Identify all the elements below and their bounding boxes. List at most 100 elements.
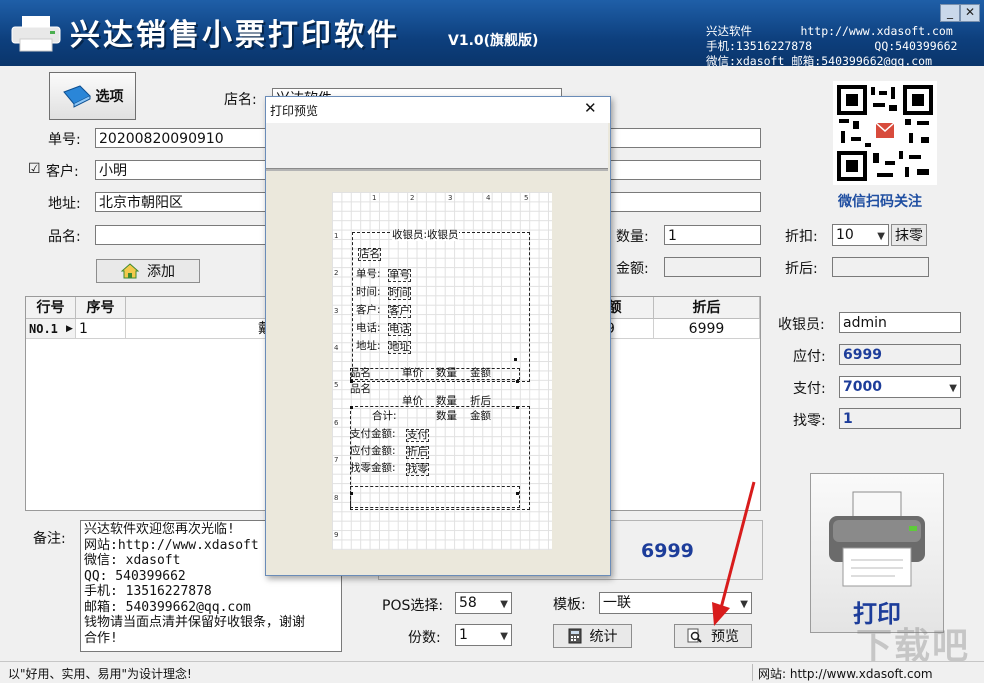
discount-label: 折扣:	[785, 226, 818, 246]
qr-code	[833, 81, 937, 185]
ruler-top-mark: 3	[448, 194, 452, 202]
discount-value: 10	[836, 227, 854, 243]
receipt-payable-value: 折后	[406, 446, 429, 459]
receipt-total-label: 合计:	[372, 411, 397, 422]
payable-label: 应付:	[793, 346, 826, 366]
contact-phone-qq: 手机:13516227878 QQ:540399662	[706, 38, 957, 54]
after-discount-label: 折后:	[785, 258, 818, 278]
pos-value: 58	[459, 595, 477, 611]
paid-select[interactable]: 7000 ▼	[839, 376, 961, 398]
receipt-cashier: 收银员:收银员	[392, 230, 459, 241]
chevron-down-icon: ▼	[500, 627, 508, 647]
receipt-customer-label: 客户:	[356, 305, 381, 316]
receipt-item-name: 品名	[350, 384, 371, 395]
app-title: 兴达销售小票打印软件	[70, 10, 400, 54]
ruler-left-mark: 3	[334, 307, 338, 315]
total-value: 6999	[641, 540, 694, 562]
receipt-order-label: 单号:	[356, 269, 381, 280]
pos-label: POS选择:	[382, 595, 443, 615]
options-button[interactable]: 选项	[49, 72, 136, 120]
receipt-payable-label: 应付金额:	[350, 446, 396, 457]
add-button[interactable]: 添加	[96, 259, 200, 283]
receipt-items-frame	[350, 368, 520, 380]
ruler-left-mark: 8	[334, 494, 338, 502]
calculator-icon	[568, 628, 582, 644]
contact-website: 兴达软件 http://www.xdasoft.com	[706, 23, 953, 39]
receipt-order-value: 单号	[388, 269, 411, 282]
product-input[interactable]	[95, 225, 275, 245]
receipt-customer-value: 客户	[388, 305, 411, 318]
receipt-col-price: 单价	[402, 368, 423, 379]
receipt-change-value: 找零	[406, 463, 429, 476]
template-label: 模板:	[553, 594, 586, 614]
receipt-item-price: 单价	[402, 396, 423, 407]
round-button[interactable]: 抹零	[891, 224, 927, 246]
book-icon	[62, 84, 92, 108]
selection-handle	[516, 406, 519, 409]
receipt-col-name: 品名	[350, 368, 371, 379]
col-header-line[interactable]: 行号	[26, 297, 76, 319]
receipt-change-label: 找零金额:	[350, 463, 396, 474]
amount-label: 金额:	[616, 258, 649, 278]
selection-handle	[350, 380, 353, 383]
print-button[interactable]: 打印	[810, 473, 944, 633]
copies-select[interactable]: 1 ▼	[455, 624, 512, 646]
paid-value: 7000	[843, 379, 882, 395]
product-label: 品名:	[48, 226, 81, 246]
row-seq-cell: 1	[76, 319, 126, 339]
close-button[interactable]: ✕	[960, 4, 980, 22]
ruler-top-mark: 2	[410, 194, 414, 202]
amount-input	[664, 257, 761, 277]
quantity-input[interactable]: 1	[664, 225, 761, 245]
notes-line: 手机: 13516227878	[84, 584, 338, 600]
discount-select[interactable]: 10 ▼	[832, 224, 889, 246]
title-bar: 兴达销售小票打印软件 V1.0(旗舰版) 兴达软件 http://www.xda…	[0, 0, 984, 66]
selection-handle	[350, 492, 353, 495]
ruler-left-mark: 7	[334, 456, 338, 464]
receipt-phone-value: 电话	[388, 323, 411, 336]
receipt-col-amount: 金额	[470, 368, 491, 379]
receipt-bottom-frame	[350, 486, 520, 508]
printer-logo-icon	[10, 14, 62, 54]
ruler-left-mark: 9	[334, 531, 338, 539]
col-header-seq[interactable]: 序号	[76, 297, 126, 319]
print-preview-dialog: 打印预览 ✕ 1 2 3 4 5 1 2 3 4 5 6 7 8 9 收银员:收…	[265, 96, 611, 576]
contact-wechat-email: 微信:xdasoft 邮箱:540399662@qq.com	[706, 53, 932, 69]
ruler-left-mark: 4	[334, 344, 338, 352]
dialog-toolbar	[266, 123, 608, 171]
dialog-title-bar: 打印预览 ✕	[266, 97, 610, 123]
ruler-left-mark: 1	[334, 232, 338, 240]
dialog-close-button[interactable]: ✕	[584, 99, 597, 117]
selection-handle	[350, 406, 353, 409]
selection-handle	[514, 358, 517, 361]
receipt-pay-value: 支付	[406, 429, 429, 442]
pos-select[interactable]: 58 ▼	[455, 592, 512, 614]
payable-input: 6999	[839, 344, 961, 365]
app-version: V1.0(旗舰版)	[448, 30, 538, 50]
change-input: 1	[839, 408, 961, 429]
printer-icon	[825, 488, 929, 588]
ruler-top-mark: 4	[486, 194, 490, 202]
receipt-address-value: 地址	[388, 341, 411, 354]
paid-label: 支付:	[793, 378, 826, 398]
quantity-label: 数量:	[616, 226, 649, 246]
row-pointer-icon: ▶	[66, 324, 73, 334]
customer-checkbox[interactable]: ☑	[28, 161, 41, 177]
stats-button[interactable]: 统计	[553, 624, 632, 648]
address-label: 地址:	[48, 193, 81, 213]
receipt-preview-page[interactable]: 1 2 3 4 5 1 2 3 4 5 6 7 8 9 收银员:收银员 店名 单…	[332, 192, 552, 550]
minimize-button[interactable]: _	[940, 4, 960, 22]
receipt-item-qty: 数量	[436, 396, 457, 407]
receipt-total-amount: 金额	[470, 411, 491, 422]
ruler-left-mark: 6	[334, 419, 338, 427]
qr-caption: 微信扫码关注	[838, 191, 922, 211]
dialog-title: 打印预览	[270, 102, 318, 119]
change-label: 找零:	[793, 410, 826, 430]
col-header-discounted[interactable]: 折后	[654, 297, 760, 319]
receipt-shop: 店名	[358, 248, 381, 261]
chevron-down-icon: ▼	[949, 379, 957, 399]
cashier-input[interactable]: admin	[839, 312, 961, 333]
template-value: 一联	[603, 595, 631, 611]
preview-label: 预览	[711, 626, 739, 646]
shop-label: 店名:	[224, 89, 257, 109]
